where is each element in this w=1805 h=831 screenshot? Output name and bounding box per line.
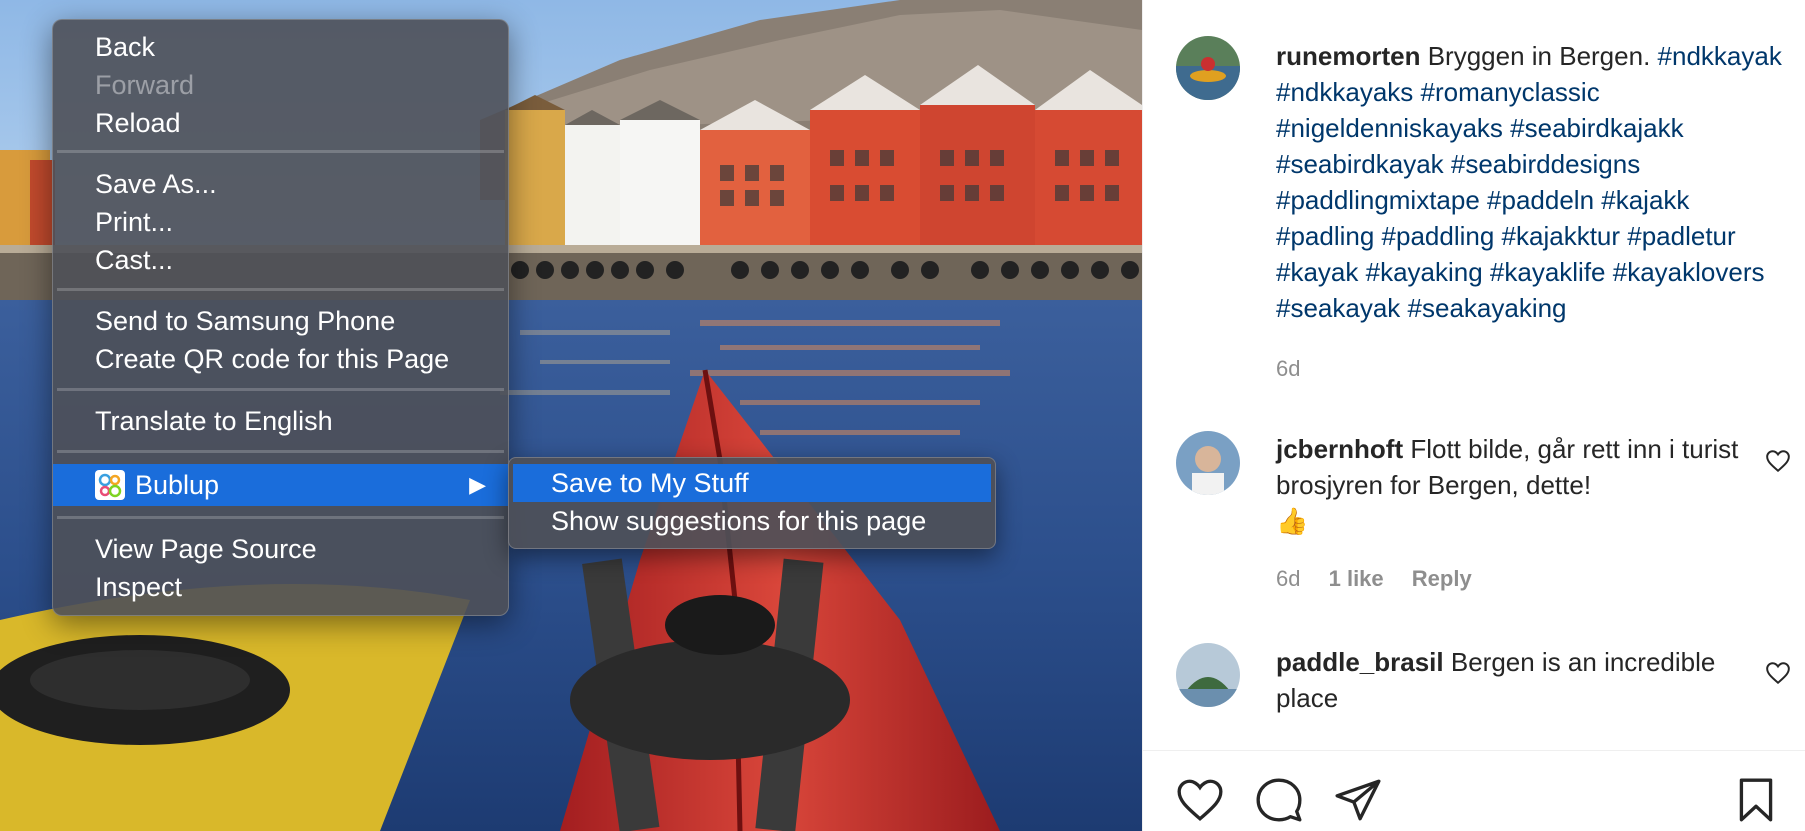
menu-item-inspect[interactable]: Inspect (53, 568, 508, 606)
caption-timestamp[interactable]: 6d (1276, 356, 1300, 381)
post-panel: runemorten Bryggen in Bergen. #ndkkayak … (1142, 0, 1805, 831)
heart-icon[interactable] (1175, 775, 1225, 825)
comment-username[interactable]: jcbernhoft (1276, 434, 1403, 464)
submenu-item-show-suggestions[interactable]: Show suggestions for this page (513, 502, 991, 540)
comment-likes[interactable]: 1 like (1329, 566, 1384, 591)
caption-avatar[interactable] (1176, 36, 1240, 100)
menu-item-translate[interactable]: Translate to English (53, 402, 508, 440)
menu-item-print[interactable]: Print... (53, 203, 508, 241)
submenu-arrow-icon: ▶ (469, 472, 486, 497)
caption-body: Bryggen in Bergen. (1427, 41, 1651, 71)
comment-text: paddle_brasil Bergen is an incredible pl… (1276, 644, 1746, 716)
bookmark-icon[interactable] (1731, 775, 1781, 825)
caption-hashtags[interactable]: #ndkkayak #ndkkayaks #romanyclassic #nig… (1276, 41, 1782, 323)
menu-item-send-to-samsung-phone[interactable]: Send to Samsung Phone (53, 302, 508, 340)
menu-item-forward: Forward (95, 70, 195, 100)
comment-meta: 6d 1 like Reply (1276, 566, 1494, 592)
menu-item-save-as[interactable]: Save As... (53, 165, 508, 203)
menu-item-create-qr-code[interactable]: Create QR code for this Page (53, 340, 508, 378)
menu-item-label: Bublup (135, 470, 220, 500)
comment-username[interactable]: paddle_brasil (1276, 647, 1444, 677)
caption-text: runemorten Bryggen in Bergen. #ndkkayak … (1276, 38, 1786, 326)
menu-separator (57, 450, 504, 453)
comment-timestamp[interactable]: 6d (1276, 566, 1300, 591)
menu-separator (57, 288, 504, 291)
menu-item-bublup[interactable]: Bublup ▶ (53, 464, 508, 506)
comment-text: jcbernhoft Flott bilde, går rett inn i t… (1276, 431, 1746, 539)
heart-outline-icon[interactable] (1765, 660, 1791, 686)
comment-avatar[interactable] (1176, 431, 1240, 495)
divider (1143, 750, 1805, 751)
caption-meta: 6d (1276, 356, 1322, 382)
comment-reply-button[interactable]: Reply (1412, 566, 1472, 591)
menu-separator (57, 516, 504, 519)
comment-bubble-icon[interactable] (1254, 775, 1304, 825)
menu-item-back[interactable]: Back (53, 28, 508, 66)
menu-separator (57, 388, 504, 391)
menu-item-cast[interactable]: Cast... (53, 241, 508, 279)
bublup-submenu: Save to My Stuff Show suggestions for th… (508, 457, 996, 549)
comment-avatar[interactable] (1176, 643, 1240, 707)
menu-separator (57, 150, 504, 153)
thumbs-up-emoji: 👍 (1276, 506, 1309, 536)
bublup-logo-icon (95, 470, 125, 500)
menu-item-reload[interactable]: Reload (53, 104, 508, 142)
submenu-item-save-to-my-stuff[interactable]: Save to My Stuff (513, 464, 991, 502)
menu-item-view-page-source[interactable]: View Page Source (53, 530, 508, 568)
heart-outline-icon[interactable] (1765, 448, 1791, 474)
paper-plane-icon[interactable] (1333, 775, 1383, 825)
context-menu: Back Forward Reload Save As... Print... … (52, 19, 509, 616)
caption-username[interactable]: runemorten (1276, 41, 1420, 71)
